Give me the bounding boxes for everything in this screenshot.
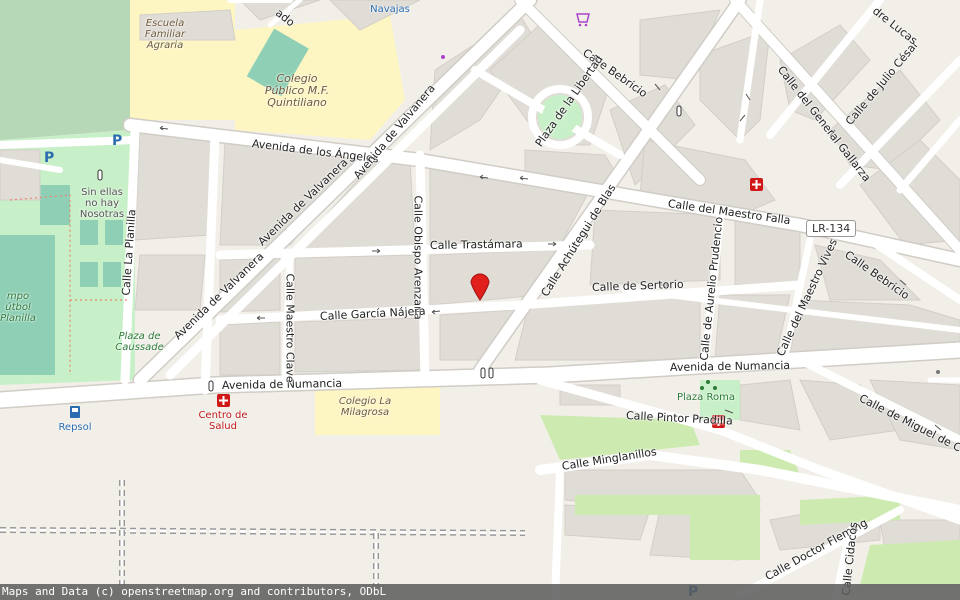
poi-navajas[interactable]: Navajas	[360, 4, 420, 15]
poi-repsol[interactable]: Repsol	[55, 422, 95, 433]
parking-icon[interactable]: P	[112, 133, 122, 149]
poi-campo[interactable]: mpo útbol Planilla	[0, 291, 36, 324]
poi-sin-ellas[interactable]: Sin ellas no hay Nosotras	[78, 187, 126, 220]
street-label: Avenida de Numancia	[221, 376, 343, 392]
poi-plaza-roma[interactable]: Plaza Roma	[676, 392, 736, 403]
parking-icon[interactable]: P	[44, 150, 54, 166]
street-label: Calle Maestro Clave	[283, 273, 297, 383]
street-label: Calle de Sertorio	[591, 277, 684, 294]
road-ref-badge: LR-134	[806, 220, 857, 237]
poi-colegio-quintiliano[interactable]: Colegio Público M.F. Quintiliano	[262, 72, 332, 109]
poi-plaza-caussade[interactable]: Plaza de Caussade	[112, 331, 167, 353]
poi-escuela[interactable]: Escuela Familiar Agraria	[140, 18, 190, 51]
poi-colegio-milagrosa[interactable]: Colegio La Milagrosa	[330, 396, 400, 418]
street-label: Calle Trastámara	[429, 237, 523, 252]
fuel-icon	[70, 406, 80, 418]
street-label: Calle Obispo Arenzana	[411, 195, 425, 320]
farm-area	[0, 0, 130, 140]
street-label: Avenida de Numancia	[669, 358, 791, 374]
map-view[interactable]: P P P Avenida de los Ángeles Avenida de …	[0, 0, 960, 600]
attribution-text: Maps and Data (c) openstreetmap.org and …	[2, 585, 387, 598]
attribution-bar: Maps and Data (c) openstreetmap.org and …	[0, 584, 960, 600]
map-canvas	[0, 0, 960, 600]
poi-centro-salud[interactable]: Centro de Salud	[196, 410, 250, 432]
